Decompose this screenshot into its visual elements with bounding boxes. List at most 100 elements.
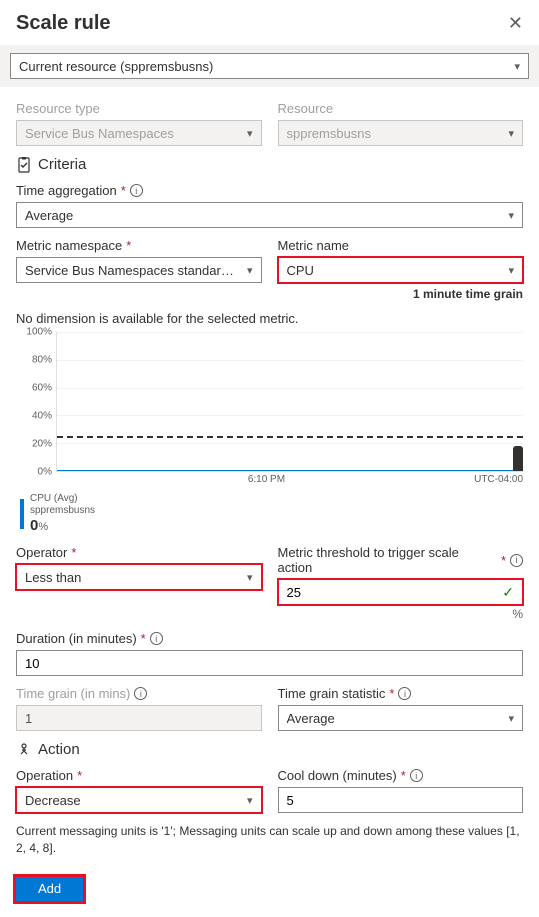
tz-label: UTC-04:00 — [474, 474, 523, 485]
time-grain-stat-select[interactable]: Average ▾ — [278, 705, 524, 731]
required-indicator: * — [77, 768, 82, 783]
chart-bar — [513, 446, 523, 471]
cooldown-input[interactable] — [278, 787, 524, 813]
info-icon[interactable]: i — [134, 687, 147, 700]
no-dimension-text: No dimension is available for the select… — [16, 311, 523, 326]
time-grain-label: Time grain (in mins) i — [16, 686, 262, 701]
y-tick: 20% — [16, 439, 52, 450]
y-tick: 60% — [16, 383, 52, 394]
metric-namespace-select[interactable]: Service Bus Namespaces standard me... ▾ — [16, 257, 262, 283]
info-icon[interactable]: i — [510, 554, 523, 567]
metric-namespace-label: Metric namespace * — [16, 238, 262, 253]
info-icon[interactable]: i — [410, 769, 423, 782]
y-tick: 100% — [16, 327, 52, 338]
threshold-unit: % — [278, 607, 524, 621]
time-grain-stat-label: Time grain statistic * i — [278, 686, 524, 701]
cooldown-field[interactable] — [287, 788, 515, 812]
y-tick: 0% — [16, 467, 52, 478]
time-aggregation-select[interactable]: Average ▾ — [16, 202, 523, 228]
operator-label: Operator * — [16, 545, 262, 560]
threshold-field[interactable] — [287, 580, 503, 604]
metric-name-value: CPU — [287, 263, 314, 278]
time-grain-input — [16, 705, 262, 731]
threshold-label: Metric threshold to trigger scale action… — [278, 545, 524, 575]
chevron-down-icon: ▾ — [508, 712, 514, 725]
legend-unit: % — [38, 521, 48, 533]
resource-scope-value: Current resource (sppremsbusns) — [19, 59, 213, 74]
check-icon: ✓ — [502, 584, 514, 601]
chevron-down-icon: ▾ — [508, 127, 514, 140]
x-tick: 6:10 PM — [248, 474, 285, 485]
chart-body — [56, 332, 523, 472]
messaging-units-note: Current messaging units is '1'; Messagin… — [16, 823, 523, 857]
y-tick: 80% — [16, 355, 52, 366]
time-aggregation-value: Average — [25, 208, 73, 223]
required-indicator: * — [389, 686, 394, 701]
chevron-down-icon: ▾ — [247, 264, 253, 277]
chevron-down-icon: ▾ — [514, 60, 520, 73]
criteria-heading: Criteria — [16, 156, 523, 173]
legend-title: CPU (Avg) — [30, 493, 95, 505]
required-indicator: * — [126, 238, 131, 253]
resource-scope-select[interactable]: Current resource (sppremsbusns) ▾ — [10, 53, 529, 79]
time-grain-field — [25, 706, 253, 730]
metric-chart: 100% 80% 60% 40% 20% 0% 6:10 PM UTC-04:0… — [16, 332, 523, 535]
required-indicator: * — [121, 183, 126, 198]
resource-type-select: Service Bus Namespaces ▾ — [16, 120, 262, 146]
criteria-icon — [16, 157, 32, 173]
chevron-down-icon: ▾ — [508, 264, 514, 277]
operation-label: Operation * — [16, 768, 262, 783]
resource-label: Resource — [278, 101, 524, 116]
resource-type-label: Resource type — [16, 101, 262, 116]
duration-field[interactable] — [25, 651, 514, 675]
metric-name-select[interactable]: CPU ▾ — [278, 257, 524, 283]
chart-legend: CPU (Avg) sppremsbusns 0% — [20, 493, 523, 535]
resource-select: sppremsbusns ▾ — [278, 120, 524, 146]
time-grain-stat-value: Average — [287, 711, 335, 726]
operator-select[interactable]: Less than ▾ — [16, 564, 262, 590]
threshold-input[interactable]: ✓ — [278, 579, 524, 605]
x-axis: 6:10 PM UTC-04:00 — [56, 474, 523, 485]
info-icon[interactable]: i — [150, 632, 163, 645]
operator-value: Less than — [25, 570, 81, 585]
required-indicator: * — [401, 768, 406, 783]
chevron-down-icon: ▾ — [247, 127, 253, 140]
criteria-heading-text: Criteria — [38, 156, 86, 173]
resource-scope-bar: Current resource (sppremsbusns) ▾ — [0, 45, 539, 87]
time-aggregation-label: Time aggregation * i — [16, 183, 523, 198]
resource-type-value: Service Bus Namespaces — [25, 126, 174, 141]
chevron-down-icon: ▾ — [508, 209, 514, 222]
chevron-down-icon: ▾ — [247, 571, 253, 584]
page-title: Scale rule — [16, 12, 111, 35]
cpu-series-line — [57, 470, 523, 471]
grid-line — [57, 443, 523, 444]
operation-value: Decrease — [25, 793, 81, 808]
chevron-down-icon: ▾ — [247, 794, 253, 807]
metric-namespace-value: Service Bus Namespaces standard me... — [25, 263, 241, 278]
info-icon[interactable]: i — [398, 687, 411, 700]
threshold-line — [57, 436, 523, 438]
add-button[interactable]: Add — [16, 877, 83, 901]
time-grain-note: 1 minute time grain — [278, 287, 524, 301]
metric-name-label: Metric name — [278, 238, 524, 253]
grid-line — [57, 332, 523, 333]
action-heading-text: Action — [38, 741, 80, 758]
y-tick: 40% — [16, 411, 52, 422]
action-icon — [16, 742, 32, 758]
operation-select[interactable]: Decrease ▾ — [16, 787, 262, 813]
grid-line — [57, 360, 523, 361]
info-icon[interactable]: i — [130, 184, 143, 197]
grid-line — [57, 415, 523, 416]
required-indicator: * — [71, 545, 76, 560]
close-icon[interactable]: ✕ — [508, 13, 523, 34]
required-indicator: * — [501, 553, 506, 568]
grid-line — [57, 388, 523, 389]
duration-input[interactable] — [16, 650, 523, 676]
action-heading: Action — [16, 741, 523, 758]
legend-sub: sppremsbusns — [30, 505, 95, 517]
duration-label: Duration (in minutes) * i — [16, 631, 523, 646]
resource-value: sppremsbusns — [287, 126, 372, 141]
legend-color-swatch — [20, 499, 24, 529]
cooldown-label: Cool down (minutes) * i — [278, 768, 524, 783]
required-indicator: * — [141, 631, 146, 646]
